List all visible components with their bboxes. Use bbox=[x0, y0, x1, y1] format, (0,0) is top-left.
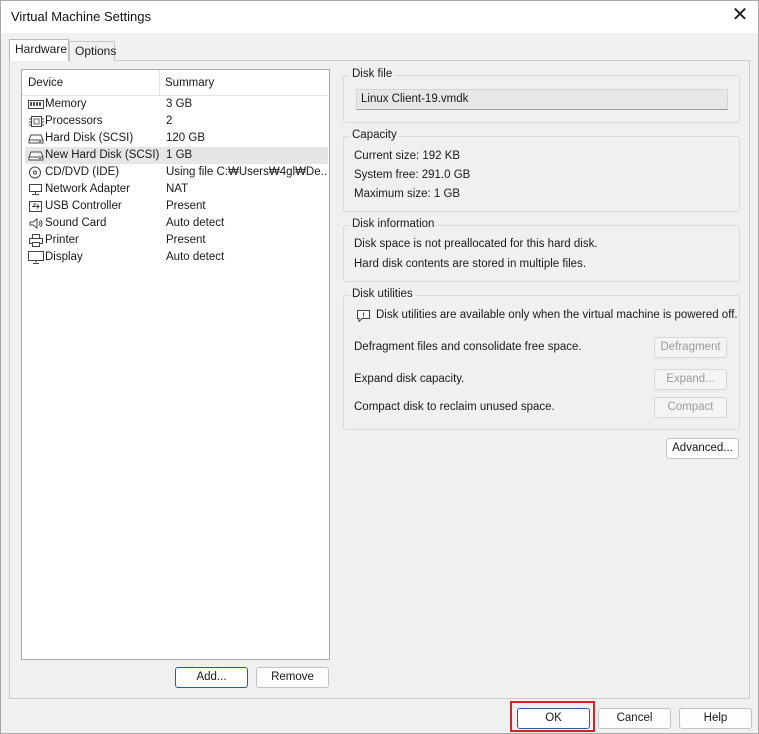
device-summary: Auto detect bbox=[166, 217, 225, 229]
storage-format-text: Hard disk contents are stored in multipl… bbox=[354, 258, 587, 270]
device-row-usb-controller[interactable]: USB Controller Present bbox=[25, 198, 328, 215]
preallocation-text: Disk space is not preallocated for this … bbox=[354, 238, 598, 250]
disk-file-legend: Disk file bbox=[350, 68, 395, 80]
compact-text: Compact disk to reclaim unused space. bbox=[354, 401, 555, 413]
device-summary: Auto detect bbox=[166, 251, 225, 263]
system-free-text: System free: 291.0 GB bbox=[354, 169, 471, 181]
device-name: USB Controller bbox=[45, 200, 122, 212]
device-summary: 1 GB bbox=[166, 149, 193, 161]
column-divider[interactable] bbox=[159, 70, 160, 95]
column-header-summary[interactable]: Summary bbox=[165, 77, 214, 89]
device-name: Display bbox=[45, 251, 83, 263]
vm-settings-window: Virtual Machine Settings ✕ Hardware Opti… bbox=[0, 0, 759, 734]
device-row-cd-dvd[interactable]: CD/DVD (IDE) Using file C:₩Users₩4gl₩De.… bbox=[25, 164, 328, 181]
compact-button[interactable]: Compact bbox=[654, 397, 727, 418]
disk-utilities-legend: Disk utilities bbox=[350, 288, 415, 300]
device-summary: Using file C:₩Users₩4gl₩De... bbox=[166, 166, 326, 178]
maximum-size-text: Maximum size: 1 GB bbox=[354, 188, 461, 200]
device-summary: Present bbox=[166, 234, 206, 246]
device-row-processors[interactable]: Processors 2 bbox=[25, 113, 328, 130]
sound-icon bbox=[28, 217, 44, 230]
add-button[interactable]: Add... bbox=[175, 667, 248, 688]
device-summary: 3 GB bbox=[166, 98, 193, 110]
usb-icon bbox=[28, 200, 44, 213]
cd-dvd-icon bbox=[28, 166, 44, 179]
tab-hardware[interactable]: Hardware bbox=[9, 39, 69, 61]
memory-icon bbox=[28, 98, 44, 111]
close-icon[interactable]: ✕ bbox=[722, 1, 758, 31]
device-name: Printer bbox=[45, 234, 79, 246]
device-row-network-adapter[interactable]: Network Adapter NAT bbox=[25, 181, 328, 198]
device-name: Hard Disk (SCSI) bbox=[45, 132, 134, 144]
disk-file-group: Disk file Linux Client-19.vmdk bbox=[343, 68, 740, 123]
device-row-printer[interactable]: Printer Present bbox=[25, 232, 328, 249]
disk-information-group: Disk information Disk space is not preal… bbox=[343, 218, 740, 282]
device-summary: NAT bbox=[166, 183, 189, 195]
title-bar: Virtual Machine Settings ✕ bbox=[1, 1, 758, 33]
ok-button[interactable]: OK bbox=[517, 708, 590, 729]
device-row-sound-card[interactable]: Sound Card Auto detect bbox=[25, 215, 328, 232]
remove-button[interactable]: Remove bbox=[256, 667, 329, 688]
device-row-memory[interactable]: Memory 3 GB bbox=[25, 96, 328, 113]
help-button[interactable]: Help bbox=[679, 708, 752, 729]
device-row-new-hard-disk-scsi[interactable]: New Hard Disk (SCSI) 1 GB bbox=[25, 147, 328, 164]
processor-icon bbox=[28, 115, 44, 128]
device-list-header: Device Summary bbox=[22, 70, 329, 96]
device-name: Network Adapter bbox=[45, 183, 131, 195]
device-name: Sound Card bbox=[45, 217, 107, 229]
defragment-text: Defragment files and consolidate free sp… bbox=[354, 341, 582, 353]
printer-icon bbox=[28, 234, 44, 247]
device-name: CD/DVD (IDE) bbox=[45, 166, 120, 178]
device-row-hard-disk-scsi[interactable]: Hard Disk (SCSI) 120 GB bbox=[25, 130, 328, 147]
device-name: New Hard Disk (SCSI) bbox=[45, 149, 160, 161]
column-header-device[interactable]: Device bbox=[28, 77, 63, 89]
tab-options[interactable]: Options bbox=[69, 41, 116, 61]
disk-file-field[interactable]: Linux Client-19.vmdk bbox=[356, 89, 728, 110]
utilities-notice-text: Disk utilities are available only when t… bbox=[376, 309, 738, 321]
hard-disk-icon bbox=[28, 149, 44, 162]
display-icon bbox=[28, 251, 44, 264]
info-notice-icon bbox=[356, 309, 371, 322]
expand-text: Expand disk capacity. bbox=[354, 373, 465, 385]
advanced-button[interactable]: Advanced... bbox=[666, 438, 739, 459]
device-name: Memory bbox=[45, 98, 87, 110]
disk-utilities-group: Disk utilities Disk utilities are availa… bbox=[343, 288, 740, 430]
network-adapter-icon bbox=[28, 183, 44, 196]
device-list[interactable]: Device Summary Memory 3 GB Processors 2 … bbox=[21, 69, 330, 660]
device-summary: 120 GB bbox=[166, 132, 205, 144]
disk-information-legend: Disk information bbox=[350, 218, 437, 230]
cancel-button[interactable]: Cancel bbox=[598, 708, 671, 729]
window-title: Virtual Machine Settings bbox=[11, 9, 151, 24]
device-name: Processors bbox=[45, 115, 103, 127]
defragment-button[interactable]: Defragment bbox=[654, 337, 727, 358]
device-summary: Present bbox=[166, 200, 206, 212]
device-row-display[interactable]: Display Auto detect bbox=[25, 249, 328, 266]
expand-button[interactable]: Expand... bbox=[654, 369, 727, 390]
current-size-text: Current size: 192 KB bbox=[354, 150, 461, 162]
capacity-group: Capacity Current size: 192 KB System fre… bbox=[343, 129, 740, 212]
capacity-legend: Capacity bbox=[350, 129, 399, 141]
hard-disk-icon bbox=[28, 132, 44, 145]
device-summary: 2 bbox=[166, 115, 173, 127]
